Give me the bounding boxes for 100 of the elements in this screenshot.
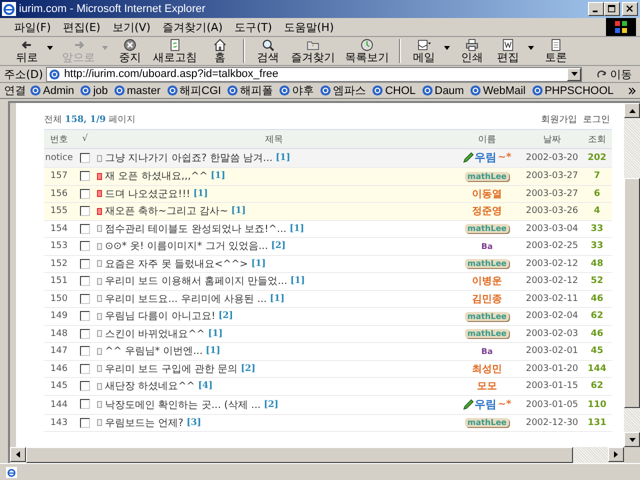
link[interactable]: WebMail	[482, 84, 526, 96]
stop-button[interactable]: 중지	[113, 38, 147, 64]
checkbox[interactable]	[80, 224, 90, 234]
view-count: 7	[582, 168, 612, 185]
link[interactable]: Admin	[43, 84, 74, 96]
post-number: 144	[44, 395, 74, 414]
checkbox[interactable]	[80, 328, 90, 339]
globe-icon	[49, 68, 60, 80]
print-button[interactable]: 인쇄	[455, 38, 489, 64]
checkbox[interactable]	[80, 152, 90, 163]
history-button[interactable]: 목록보기	[341, 38, 393, 64]
post-date: 2003-01-05	[522, 395, 582, 414]
link[interactable]: 회원가입	[541, 113, 577, 126]
post-title-link[interactable]: 우리미 보드 구입에 관한 문의	[105, 362, 238, 376]
post-title-link[interactable]: 우리미 보드요... 우리미에 사용된 ...	[105, 292, 267, 306]
author-name: 김민종	[472, 294, 502, 305]
checkbox[interactable]	[80, 241, 90, 252]
scroll-up-button[interactable]	[624, 103, 640, 118]
menu-item[interactable]: 도구(T)	[228, 20, 278, 34]
comment-count: [1]	[210, 171, 226, 182]
menu-item[interactable]: 도움말(H)	[278, 20, 340, 34]
post-number: 148	[44, 325, 74, 342]
post-number: 151	[44, 272, 74, 290]
author-name-badge: mathLee	[465, 329, 509, 338]
post-title-link[interactable]: 우림님 다름이 아니고요!	[105, 309, 216, 324]
view-count: 62	[582, 378, 612, 395]
post-title-link[interactable]: ^^ 우림님* 이번엔...	[105, 344, 203, 358]
close-icon	[626, 5, 634, 13]
link[interactable]: 해피CGI	[180, 83, 222, 98]
post-title-link[interactable]: 새단장 하셨네요^^	[105, 379, 195, 394]
checkbox[interactable]	[80, 381, 90, 392]
discuss-button[interactable]: 토론	[539, 38, 573, 64]
more-links-icon[interactable]	[628, 86, 636, 94]
checkbox[interactable]	[80, 294, 90, 304]
link[interactable]: PHPSCHOOL	[544, 84, 614, 96]
checkbox[interactable]	[80, 364, 90, 374]
go-button[interactable]: 이동	[593, 66, 636, 82]
menu-item[interactable]: 보기(V)	[106, 20, 157, 34]
checkbox[interactable]	[80, 171, 90, 182]
post-number: 153	[44, 238, 74, 255]
comment-count: [1]	[208, 328, 223, 339]
minimize-button[interactable]	[588, 2, 604, 16]
scroll-down-button[interactable]	[624, 432, 640, 447]
view-count: 110	[582, 395, 612, 414]
post-title-link[interactable]: 드뎌 나오셨군요!!!	[105, 186, 190, 201]
post-title-link[interactable]: 그냥 지나가기 아쉽죠? 한말씀 남겨...	[105, 151, 273, 165]
refresh-button[interactable]: 새로고침	[149, 38, 201, 64]
scroll-right-button[interactable]	[608, 447, 624, 462]
link[interactable]: 로그인	[583, 113, 610, 126]
link[interactable]: 해피폴	[240, 83, 274, 98]
link[interactable]: 엠파스	[333, 83, 366, 98]
back-button[interactable]: 뒤로	[10, 38, 44, 64]
menu-item[interactable]: 파일(F)	[8, 20, 57, 34]
link[interactable]: master	[126, 84, 160, 96]
post-date: 2003-02-12	[522, 272, 582, 290]
link[interactable]: CHOL	[385, 84, 416, 96]
vertical-scrollbar[interactable]	[624, 103, 640, 447]
post-number: 145	[44, 378, 74, 395]
post-title-link[interactable]: 스킨이 바뀌었내요^^	[105, 326, 205, 341]
checkbox[interactable]	[80, 346, 90, 356]
checkbox[interactable]	[80, 311, 90, 322]
view-count: 4	[582, 202, 612, 220]
checkbox[interactable]	[80, 206, 90, 216]
column-header: √	[74, 130, 96, 148]
post-title-link[interactable]: 재 오픈 하셨내요,,,^^	[105, 169, 208, 184]
post-date: 2003-02-25	[522, 238, 582, 255]
post-title-link[interactable]: 점수관리 테이블도 완성되었나 보죠!^...	[105, 222, 286, 236]
post-date: 2002-03-20	[522, 148, 582, 168]
post-title-link[interactable]: ⊙⊙* 옷! 이름이미지* 그거 있었음...	[105, 239, 268, 254]
column-header: 번호	[44, 130, 74, 148]
address-field[interactable]: http://iurim.com/uboard.asp?id=talkbox_free	[46, 66, 582, 82]
scroll-left-button[interactable]	[10, 447, 26, 462]
close-button[interactable]	[622, 2, 638, 16]
comment-count: [2]	[264, 400, 278, 410]
menu-item[interactable]: 편집(E)	[56, 20, 106, 34]
maximize-button[interactable]	[604, 2, 620, 16]
link[interactable]: Daum	[434, 84, 464, 96]
post-title-link[interactable]: 우림보드는 언제?	[105, 416, 184, 430]
dropdown-button[interactable]	[567, 68, 581, 80]
checkbox[interactable]	[80, 258, 90, 269]
checkbox[interactable]	[80, 399, 90, 410]
horizontal-scrollbar[interactable]	[10, 447, 640, 463]
link[interactable]: 야후	[292, 83, 314, 98]
checkbox[interactable]	[80, 418, 90, 428]
link[interactable]: job	[93, 84, 108, 96]
home-button[interactable]: 홈	[203, 38, 237, 64]
menu-item[interactable]: 즐겨찾기(A)	[156, 20, 229, 34]
up-arrow-icon	[628, 108, 636, 112]
pencil-icon	[462, 398, 474, 410]
search-button[interactable]: 검색	[251, 38, 285, 64]
edit-button[interactable]: 편집	[491, 38, 525, 64]
view-count: 131	[582, 414, 612, 432]
mail-button[interactable]: 메일	[407, 38, 441, 64]
favorites-button[interactable]: 즐겨찾기	[287, 38, 339, 64]
checkbox[interactable]	[80, 276, 90, 286]
post-title-link[interactable]: 낙장도메인 확인하는 곳... (삭제 ...	[105, 398, 261, 412]
post-title-link[interactable]: 요즘은 자주 못 들렀내요<^^>	[105, 256, 248, 271]
post-title-link[interactable]: 우리미 보드 이용해서 홈페이지 만들었...	[105, 274, 288, 288]
post-title-link[interactable]: 재오픈 축하~그리고 감사~	[105, 204, 228, 218]
checkbox[interactable]	[80, 188, 90, 199]
